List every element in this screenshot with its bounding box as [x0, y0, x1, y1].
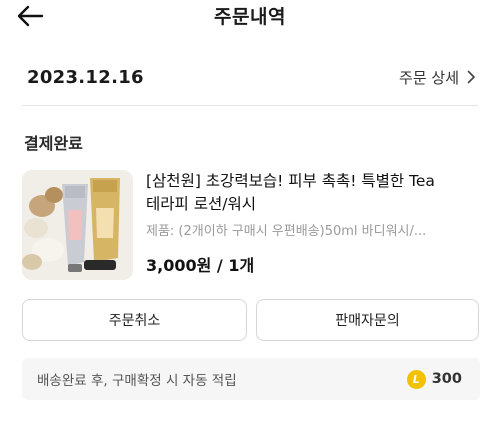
product-item[interactable]: [삼천원] 초강력보습! 피부 촉촉! 특별한 Tea 테라피 로션/워시 제품…	[22, 170, 480, 280]
reward-banner: 배송완료 후, 구매확정 시 자동 적립 L 300	[22, 358, 480, 400]
reward-text: 배송완료 후, 구매확정 시 자동 적립	[37, 373, 237, 389]
contact-seller-button[interactable]: 판매자문의	[256, 299, 479, 341]
divider	[22, 105, 478, 106]
reward-points-value: 300	[431, 371, 462, 387]
product-price: 3,000원 / 1개	[146, 256, 255, 275]
product-image	[22, 170, 133, 280]
product-name-line1[interactable]: [삼천원] 초강력보습! 피부 촉촉! 특별한 Tea	[146, 170, 480, 193]
page-title: 주문내역	[214, 6, 286, 28]
product-info: [삼천원] 초강력보습! 피부 촉촉! 특별한 Tea 테라피 로션/워시 제품…	[146, 170, 480, 276]
point-coin-icon: L	[406, 369, 426, 389]
order-date-row: 2023.12.16 주문 상세	[27, 62, 476, 92]
cancel-order-button[interactable]: 주문취소	[22, 299, 247, 341]
reward-points: L 300	[406, 369, 462, 389]
product-option: 제품: (2개이하 구매시 우편배송)50ml 바디워시/...	[146, 224, 427, 239]
top-bar: 주문내역	[0, 0, 500, 36]
order-status: 결제완료	[24, 134, 83, 153]
product-name-line2[interactable]: 테라피 로션/워시	[146, 193, 480, 216]
chevron-right-icon	[467, 70, 475, 84]
order-detail-link[interactable]: 주문 상세	[399, 67, 476, 88]
product-thumbnail[interactable]	[22, 170, 133, 280]
order-detail-label: 주문 상세	[399, 68, 459, 87]
order-date: 2023.12.16	[27, 66, 144, 88]
